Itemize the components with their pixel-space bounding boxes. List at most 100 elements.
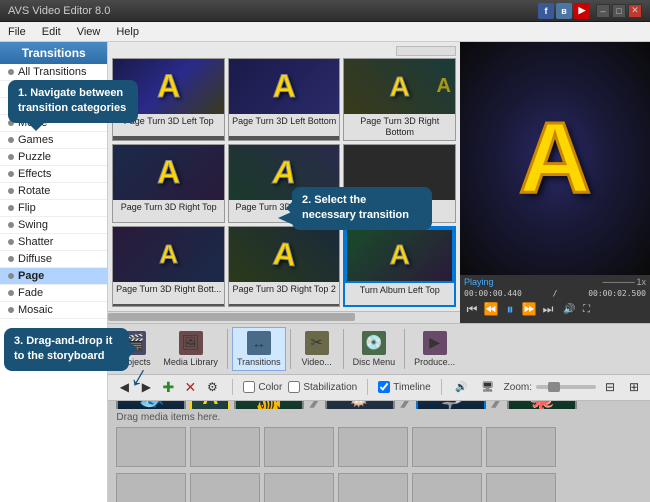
tooltip-2: 2. Select the necessary transition (292, 187, 432, 230)
zoom-in-btn[interactable]: ⊞ (624, 377, 644, 397)
audio-btn[interactable]: 🔊 (452, 377, 472, 397)
transition-diffuse[interactable]: Diffuse (0, 251, 107, 268)
video-editor-label: Video... (301, 357, 331, 367)
empty-slot-8[interactable] (190, 473, 260, 502)
transition-puzzle[interactable]: Puzzle (0, 149, 107, 166)
step-back-btn[interactable]: ⏪ (483, 302, 499, 316)
zoom-out-btn[interactable]: ⊟ (600, 377, 620, 397)
volume-btn[interactable]: 🔊 (563, 304, 575, 315)
toolbar-sep-3 (343, 329, 344, 369)
empty-slot-9[interactable] (264, 473, 334, 502)
play-btn[interactable]: ⏸ (502, 301, 518, 318)
transition-mosaic[interactable]: Mosaic (0, 302, 107, 319)
trans-diving01-02[interactable]: A (190, 401, 230, 409)
menu-bar: File Edit View Help (0, 22, 650, 42)
empty-slot-3[interactable] (264, 427, 334, 467)
disc-menu-btn[interactable]: 💿 Disc Menu (348, 327, 401, 371)
video-editor-icon: ✂ (305, 331, 329, 355)
story-diving06[interactable]: 🐙 Diving06 (507, 401, 577, 409)
disc-menu-label: Disc Menu (353, 357, 396, 367)
window-controls: – □ ✕ (596, 4, 642, 18)
minimize-btn[interactable]: – (596, 4, 610, 18)
zoom-slider[interactable] (536, 385, 596, 389)
empty-slot-1[interactable] (116, 427, 186, 467)
preview-status: Playing (464, 277, 494, 287)
maximize-btn[interactable]: □ (612, 4, 626, 18)
empty-slot-7[interactable] (116, 473, 186, 502)
timeline-check: Timeline (378, 381, 430, 393)
settings-btn[interactable]: ⚙ (202, 377, 222, 397)
close-btn[interactable]: ✕ (628, 4, 642, 18)
menu-edit[interactable]: Edit (38, 26, 65, 38)
storyboard-transition-slot: A (190, 401, 230, 409)
tooltip-1: 1. Navigate between transition categorie… (8, 80, 138, 123)
transition-swing[interactable]: Swing (0, 217, 107, 234)
menu-view[interactable]: View (73, 26, 105, 38)
story-diving05[interactable]: 🦈 Diving05 (416, 401, 486, 409)
thumb-page-turn-3d-right-bottom[interactable]: A A Page Turn 3D Right Bottom (343, 58, 456, 141)
storyboard: 🐟 Diving01 A (108, 401, 650, 502)
story-diving03[interactable]: 🐠 (234, 401, 304, 409)
produce-btn[interactable]: ▶ Produce... (409, 327, 460, 371)
transition-shatter[interactable]: Shatter (0, 234, 107, 251)
media-library-btn[interactable]: 🖼 Media Library (158, 327, 223, 371)
delete-btn[interactable]: ✕ (180, 377, 200, 397)
empty-slots-row (108, 425, 650, 469)
thumbnails-grid: A Page Turn 3D Left Top A Page Turn 3D L… (108, 42, 460, 311)
thumb-page-turn-3d-left-bottom[interactable]: A Page Turn 3D Left Bottom (228, 58, 341, 141)
media-library-icon: 🖼 (179, 331, 203, 355)
display-btn[interactable]: 🖥 (478, 377, 498, 397)
video-editor-btn[interactable]: ✂ Video... (295, 327, 339, 371)
arrow-3: ❯ (488, 401, 505, 409)
thumbnails-scrollbar[interactable] (108, 311, 460, 323)
story-diving04[interactable]: 🐡 Diving04 (325, 401, 395, 409)
thumb-page-turn-3d-right-bott[interactable]: A Page Turn 3D Right Bott... (112, 226, 225, 307)
thumb-turn-album-left-top[interactable]: A Turn Album Left Top (343, 226, 456, 307)
toolbar2-sep-3 (441, 379, 442, 395)
empty-slot-11[interactable] (412, 473, 482, 502)
drag-label-row: Drag media items here. (108, 409, 650, 425)
add-btn[interactable]: ✚ (158, 377, 178, 397)
trans-thumb: A (190, 401, 230, 409)
main-toolbar: 🎬 Projects 🖼 Media Library ↔ Transitions… (108, 323, 650, 375)
empty-slot-4[interactable] (338, 427, 408, 467)
social-vk-icon[interactable]: в (556, 3, 572, 19)
thumb-grid: A Page Turn 3D Left Top A Page Turn 3D L… (112, 58, 456, 307)
tooltip-3: 3. Drag-and-drop it to the storyboard (4, 328, 129, 371)
empty-slot-6[interactable] (486, 427, 556, 467)
social-yt-icon[interactable]: ▶ (574, 3, 590, 19)
disc-menu-icon: 💿 (362, 331, 386, 355)
social-icons: f в ▶ (538, 3, 590, 19)
transitions-btn[interactable]: ↔ Transitions (232, 327, 286, 371)
arrow-1: ❯ (306, 401, 323, 409)
transition-rotate[interactable]: Rotate (0, 183, 107, 200)
social-fb-icon[interactable]: f (538, 3, 554, 19)
transition-all[interactable]: All Transitions (0, 64, 107, 81)
menu-help[interactable]: Help (112, 26, 143, 38)
transition-effects[interactable]: Effects (0, 166, 107, 183)
next-btn[interactable]: ⏭ (540, 302, 556, 317)
thumb-page-turn-3d-right-top[interactable]: A Page Turn 3D Right Top (112, 144, 225, 223)
timeline-checkbox[interactable] (378, 381, 390, 393)
transition-flip[interactable]: Flip (0, 200, 107, 217)
panel-header: Transitions (0, 42, 107, 64)
story-diving01[interactable]: 🐟 Diving01 (116, 401, 186, 409)
empty-slot-2[interactable] (190, 427, 260, 467)
time-total: 00:00:02.500 (588, 289, 646, 298)
transition-page[interactable]: Page (0, 268, 107, 285)
menu-file[interactable]: File (4, 26, 30, 38)
empty-slot-12[interactable] (486, 473, 556, 502)
transition-games[interactable]: Games (0, 132, 107, 149)
color-checkbox[interactable] (243, 381, 255, 393)
stabilization-checkbox[interactable] (288, 381, 300, 393)
prev-btn[interactable]: ⏮ (464, 302, 480, 317)
thumb-page-turn-3d-right-top-2[interactable]: A Page Turn 3D Right Top 2 (228, 226, 341, 307)
empty-slot-5[interactable] (412, 427, 482, 467)
step-fwd-btn[interactable]: ⏩ (521, 302, 537, 316)
speed-control: ───── 1x (603, 277, 646, 287)
fullscreen-btn[interactable]: ⛶ (578, 304, 594, 315)
empty-slot-10[interactable] (338, 473, 408, 502)
transition-fade[interactable]: Fade (0, 285, 107, 302)
diving05-thumb: 🦈 (416, 401, 486, 409)
diving01-thumb: 🐟 (116, 401, 186, 409)
